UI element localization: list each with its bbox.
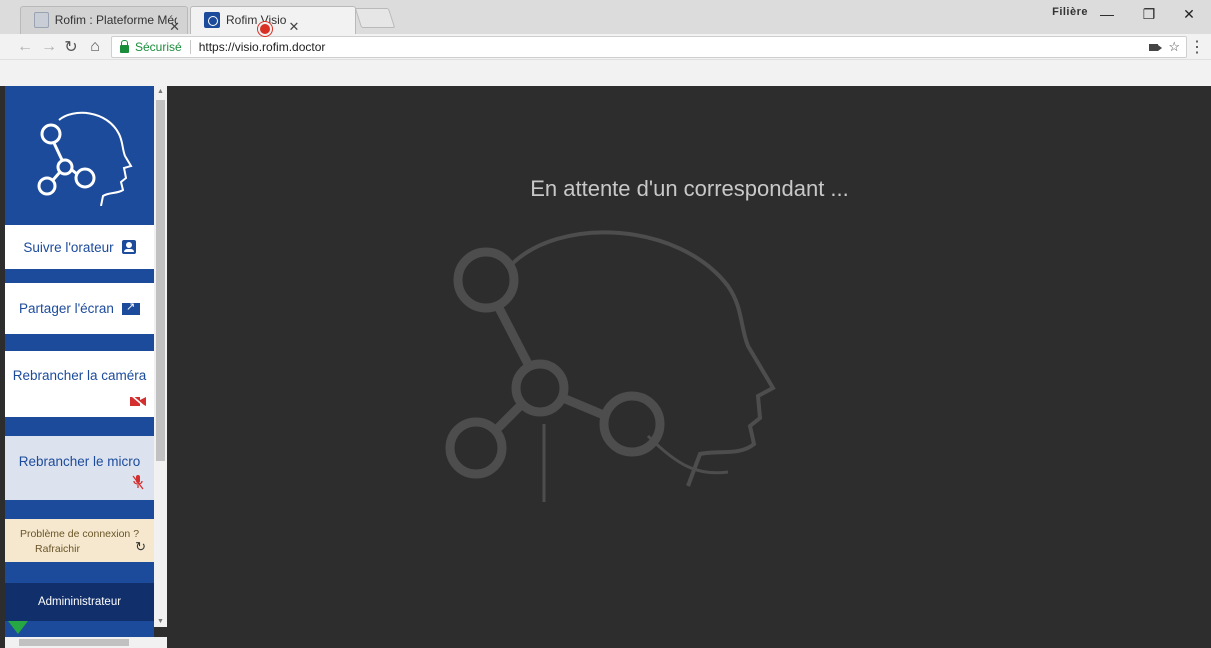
- status-indicator-icon: [8, 621, 28, 634]
- window-user-label: Filière: [1052, 6, 1088, 18]
- rofim-visio-favicon-icon: [204, 12, 220, 28]
- home-icon[interactable]: ⌂: [84, 36, 106, 58]
- administrator-button[interactable]: Admininistrateur: [5, 583, 154, 621]
- refresh-icon: ↻: [135, 539, 146, 554]
- screen-share-icon: [121, 300, 140, 315]
- camera-off-icon: [130, 395, 146, 407]
- horizontal-scrollbar[interactable]: [5, 637, 167, 648]
- follow-speaker-label: Suivre l'orateur: [23, 239, 114, 255]
- microphone-off-icon: [132, 475, 144, 490]
- share-screen-label: Partager l'écran: [19, 301, 114, 316]
- reconnect-camera-label: Rebrancher la caméra: [12, 368, 147, 383]
- video-area: En attente d'un correspondant ...: [168, 86, 1211, 648]
- divider: [189, 40, 191, 54]
- tab-rofim-plateforme[interactable]: Rofim : Plateforme Médic ✕: [20, 6, 188, 34]
- forward-icon[interactable]: →: [38, 36, 60, 58]
- tab-rofim-visio[interactable]: Rofim Visio ✕: [190, 6, 356, 34]
- address-bar[interactable]: Sécurisé https://visio.rofim.doctor ☆: [111, 36, 1187, 58]
- toolbar-spacer: [0, 60, 1211, 86]
- close-icon[interactable]: ✕: [288, 19, 299, 35]
- waiting-message: En attente d'un correspondant ...: [530, 176, 849, 201]
- menu-icon[interactable]: ⋮: [1189, 37, 1205, 57]
- close-window-button[interactable]: ✕: [1169, 0, 1209, 28]
- lock-icon: [120, 40, 129, 53]
- user-icon: [121, 240, 136, 254]
- head-network-logo-icon: [37, 111, 133, 206]
- reload-icon[interactable]: ↻: [60, 36, 82, 58]
- camera-icon[interactable]: [1149, 43, 1163, 51]
- rofim-logo: [5, 86, 154, 225]
- close-icon[interactable]: ✕: [169, 19, 180, 35]
- restore-button[interactable]: ❐: [1129, 0, 1169, 28]
- secure-label: Sécurisé: [135, 40, 182, 54]
- tab-strip: Rofim : Plateforme Médic ✕ Rofim Visio ✕…: [0, 0, 1211, 34]
- tab-title: Rofim : Plateforme Médic: [54, 13, 178, 27]
- head-network-watermark-icon: [445, 230, 776, 502]
- sidebar: Suivre l'orateur Partager l'écran Rebran…: [5, 86, 154, 648]
- refresh-label: Rafraichir: [35, 543, 80, 555]
- reconnect-micro-button[interactable]: Rebrancher le micro: [5, 436, 154, 500]
- url-text: https://visio.rofim.doctor: [198, 40, 326, 54]
- minimize-button[interactable]: —: [1087, 0, 1127, 28]
- new-tab-button[interactable]: [354, 8, 396, 28]
- connection-problem-text: Problème de connexion ?: [19, 528, 140, 540]
- rofim-favicon-icon: [34, 12, 49, 28]
- administrator-label: Admininistrateur: [37, 596, 122, 608]
- scroll-up-icon[interactable]: ▲: [157, 88, 164, 95]
- reconnect-camera-button[interactable]: Rebrancher la caméra: [5, 351, 154, 417]
- browser-toolbar: ← → ↻ ⌂ Sécurisé https://visio.rofim.doc…: [0, 34, 1211, 60]
- scroll-down-icon[interactable]: ▼: [157, 618, 164, 625]
- reconnect-micro-label: Rebrancher le micro: [18, 454, 141, 469]
- tab-title: Rofim Visio: [226, 13, 287, 27]
- back-icon[interactable]: ←: [14, 36, 36, 58]
- sidebar-scrollbar[interactable]: ▲ ▼: [154, 86, 167, 627]
- star-icon[interactable]: ☆: [1168, 39, 1180, 55]
- share-screen-button[interactable]: Partager l'écran: [5, 283, 154, 334]
- connection-refresh-button[interactable]: Problème de connexion ? Rafraichir ↻: [5, 519, 154, 562]
- horizontal-scroll-thumb[interactable]: [19, 639, 129, 646]
- follow-speaker-button[interactable]: Suivre l'orateur: [5, 225, 154, 269]
- scroll-thumb[interactable]: [156, 100, 165, 461]
